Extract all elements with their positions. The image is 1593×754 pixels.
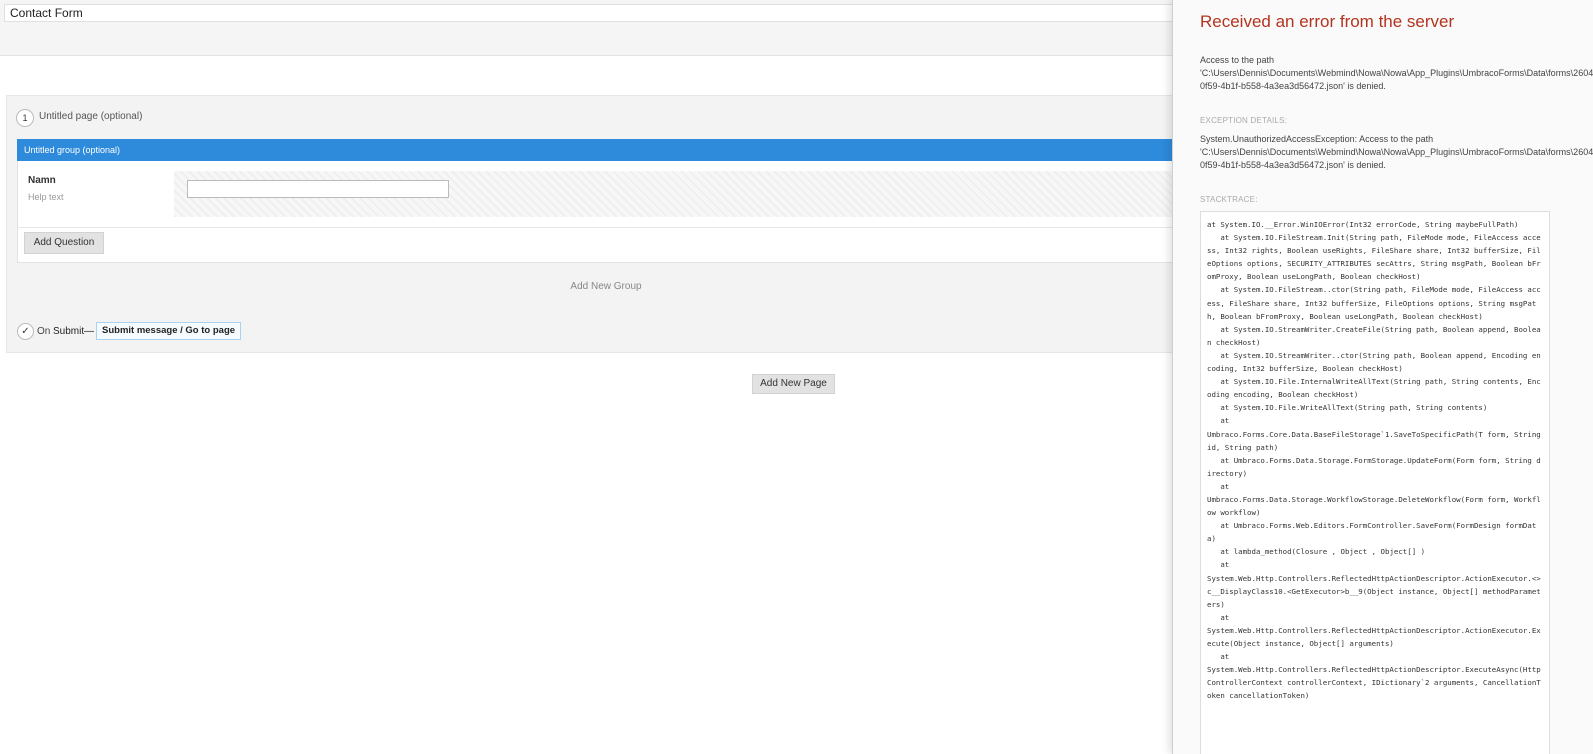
exception-details-label: EXCEPTION DETAILS: xyxy=(1200,116,1288,125)
exception-details: System.UnauthorizedAccessException: Acce… xyxy=(1200,134,1593,170)
error-message: Access to the path 'C:\Users\Dennis\Docu… xyxy=(1200,55,1593,91)
page-number-badge: 1 xyxy=(16,109,34,127)
add-new-group-link[interactable]: Add New Group xyxy=(7,281,1205,292)
submit-label: Submit xyxy=(53,326,85,337)
page-title[interactable]: Untitled page (optional) xyxy=(39,111,142,122)
stacktrace-box[interactable]: at System.IO.__Error.WinIOError(Int32 er… xyxy=(1200,211,1550,754)
form-name-input[interactable] xyxy=(4,4,1304,22)
checkmark-icon: ✓ xyxy=(17,323,34,340)
field-help-text[interactable]: Help text xyxy=(28,192,64,202)
namn-field-preview-input[interactable] xyxy=(187,180,449,198)
error-dialog: Received an error from the server Access… xyxy=(1172,0,1593,754)
error-title: Received an error from the server xyxy=(1200,12,1455,31)
submit-row: ✓ On Submit — Submit message / Go to pag… xyxy=(6,309,1206,353)
stacktrace-text: at System.IO.__Error.WinIOError(Int32 er… xyxy=(1207,220,1541,701)
field-preview-area xyxy=(174,171,1194,217)
add-question-button[interactable]: Add Question xyxy=(24,232,104,254)
group-divider xyxy=(18,227,1201,228)
submit-separator: — xyxy=(84,326,94,337)
on-label: On xyxy=(37,326,51,337)
field-label[interactable]: Namn xyxy=(28,175,56,186)
group-title-bar[interactable]: Untitled group (optional) xyxy=(17,139,1202,161)
group-body: Namn Help text Add Question xyxy=(17,161,1202,263)
submit-message-button[interactable]: Submit message / Go to page xyxy=(96,322,242,340)
stacktrace-label: STACKTRACE: xyxy=(1200,195,1258,204)
add-new-page-button[interactable]: Add New Page xyxy=(752,374,835,394)
